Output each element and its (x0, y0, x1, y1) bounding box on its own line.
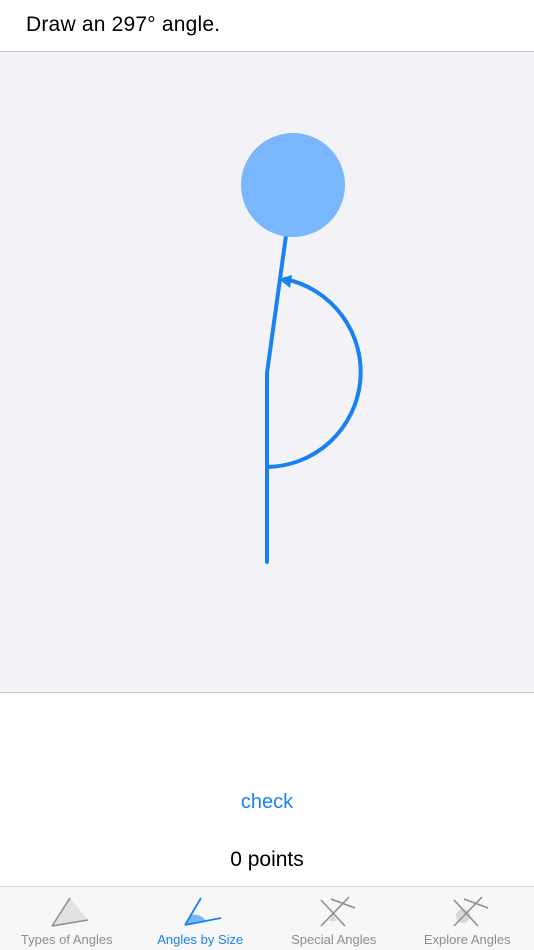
tab-explore-angles[interactable]: Explore Angles (401, 887, 534, 950)
drawing-canvas[interactable] (0, 52, 534, 693)
score-label: 0 points (230, 848, 304, 871)
task-prompt: Draw an 297° angle. (26, 13, 221, 36)
drag-handle[interactable] (241, 133, 345, 237)
app-window: Draw an 297° angle. check 0 points Types… (0, 0, 534, 950)
types-of-angles-icon (51, 897, 88, 927)
explore-angles-icon (453, 896, 489, 927)
special-angles-icon (320, 896, 356, 927)
angle-drawing[interactable] (0, 52, 534, 693)
tab-label: Explore Angles (423, 932, 511, 947)
controls-area: check 0 points (0, 693, 534, 886)
tab-special-angles[interactable]: Special Angles (267, 887, 401, 950)
header: Draw an 297° angle. (0, 0, 534, 52)
tab-types-of-angles[interactable]: Types of Angles (0, 887, 134, 950)
tab-label: Angles by Size (157, 932, 244, 947)
tab-bar: Types of Angles Angles by Size Special A… (0, 886, 534, 950)
angle-arc (265, 277, 363, 469)
tab-label: Types of Angles (20, 932, 113, 947)
tab-label: Special Angles (291, 932, 377, 947)
tab-angles-by-size[interactable]: Angles by Size (134, 887, 268, 950)
angles-by-size-icon (184, 897, 222, 926)
check-button[interactable]: check (0, 791, 534, 814)
